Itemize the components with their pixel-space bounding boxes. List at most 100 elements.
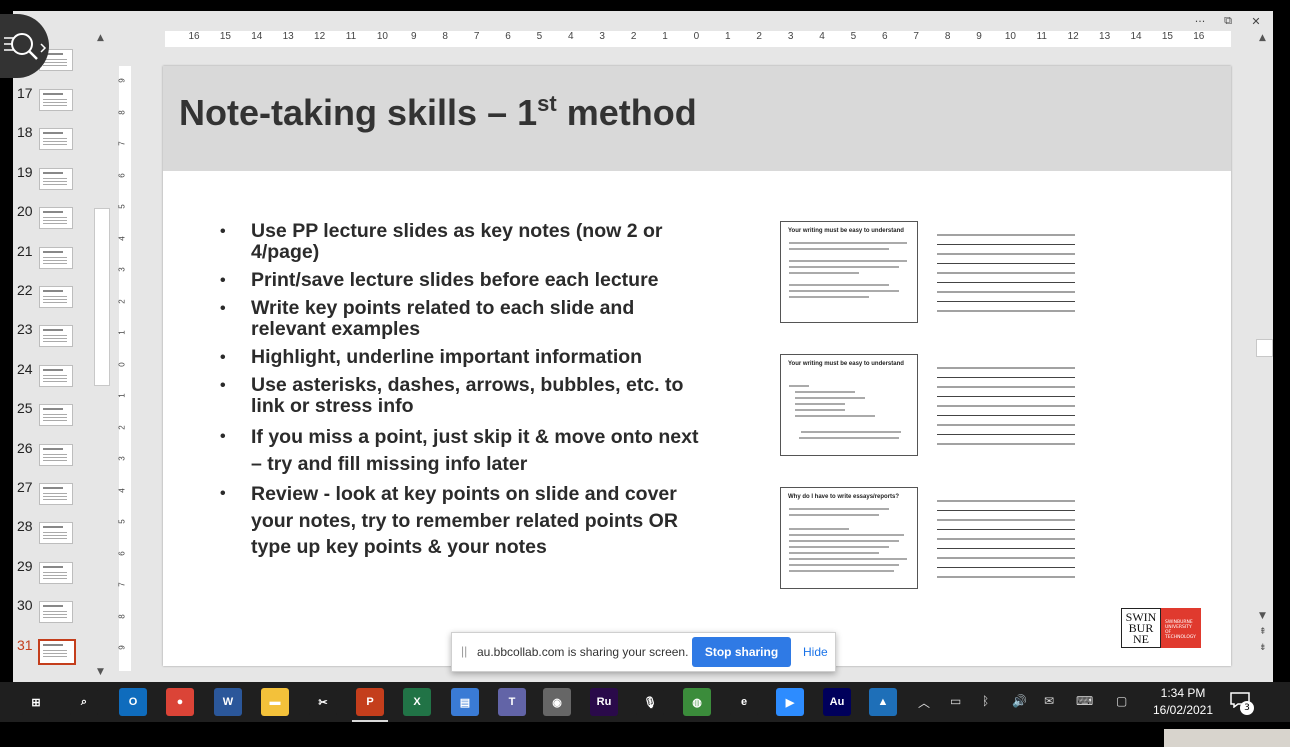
zoom-taskbar-icon[interactable]: ▶ <box>776 688 804 716</box>
outlook-taskbar-icon[interactable]: O <box>119 688 147 716</box>
show-hidden-icons-icon[interactable]: ︿ <box>918 694 930 711</box>
ruler-tick-label: 16 <box>1193 31 1205 42</box>
scroll-up-icon[interactable]: ▲ <box>1259 33 1266 43</box>
logo-red-block: SWINBURNE UNIVERSITY OF TECHNOLOGY <box>1161 608 1201 648</box>
scroll-up-icon[interactable]: ▲ <box>97 33 104 43</box>
screen-share-bar: || au.bbcollab.com is sharing your scree… <box>451 632 836 672</box>
slide-thumbnail[interactable]: 26 <box>13 440 91 476</box>
ruler-tick-label: 5 <box>117 519 127 524</box>
thumbnail-number: 26 <box>17 439 33 456</box>
title-band: Note-taking skills – 1st method <box>163 66 1231 171</box>
teams-taskbar-icon[interactable]: T <box>498 688 526 716</box>
handout-slide-image: Your writing must be easy to understand <box>780 354 918 456</box>
bullet-item: Print/save lecture slides before each le… <box>218 270 708 292</box>
slide-thumbnail[interactable]: 18 <box>13 124 91 160</box>
ruler-tick-label: 5 <box>117 204 127 209</box>
thumbnail-image <box>39 404 73 427</box>
volume-icon[interactable]: 🔊 <box>1012 694 1027 708</box>
drag-handle-icon[interactable]: || <box>461 644 467 658</box>
slide-thumbnail[interactable]: 30 <box>13 597 91 633</box>
slide-thumbnail[interactable]: 31 <box>13 637 91 673</box>
ruler-tick-label: 11 <box>1036 31 1047 42</box>
system-clock[interactable]: 1:34 PM 16/02/2021 <box>1140 685 1226 719</box>
ruler-tick-label: 14 <box>251 31 263 42</box>
ruler-tick-label: 6 <box>505 31 511 42</box>
previous-slide-icon[interactable]: ⇞ <box>1259 627 1267 637</box>
scrollbar-thumb[interactable] <box>94 208 110 386</box>
thumbnail-number: 30 <box>17 597 33 614</box>
stop-sharing-button[interactable]: Stop sharing <box>692 637 791 667</box>
ruler-tick-label: 13 <box>282 31 294 42</box>
bullet-item: If you miss a point, just skip it & move… <box>218 424 708 477</box>
slide-thumbnail[interactable]: 27 <box>13 479 91 515</box>
slide-thumbnail[interactable]: 19 <box>13 164 91 200</box>
slide-canvas[interactable]: Note-taking skills – 1st method Use PP l… <box>163 66 1231 666</box>
ruler-tick-label: 8 <box>117 109 127 115</box>
snipping-taskbar-icon[interactable]: ✂ <box>309 688 337 716</box>
tablet-mode-icon[interactable]: ▢ <box>1116 694 1127 708</box>
word-taskbar-icon[interactable]: W <box>214 688 242 716</box>
next-slide-icon[interactable]: ⇟ <box>1259 643 1267 653</box>
audition-taskbar-icon[interactable]: Au <box>823 688 851 716</box>
recorder-taskbar-icon[interactable]: 🎙 <box>636 688 664 716</box>
chrome-taskbar-icon[interactable]: ● <box>166 688 194 716</box>
thumbnail-scrollbar[interactable]: ▲ ▼ <box>94 31 110 679</box>
slide-thumbnail-pane: 17 18 19 20 21 22 23 24 25 26 27 28 29 30 31 <box>13 31 91 679</box>
ruler-tick-label: 8 <box>944 31 951 42</box>
note-lines <box>937 492 1075 584</box>
file-explorer-taskbar-icon[interactable]: ▬ <box>261 688 289 716</box>
bullet-list[interactable]: Use PP lecture slides as key notes (now … <box>218 221 708 565</box>
window-controls: ··· ⧉ ✕ <box>1193 13 1263 29</box>
thumbnail-image <box>39 601 73 624</box>
start-taskbar-icon[interactable]: ⊞ <box>22 688 50 716</box>
thumbnail-number: 27 <box>17 479 33 495</box>
ruler-tick-label: 2 <box>630 31 637 42</box>
scroll-down-icon[interactable]: ▼ <box>1259 611 1266 621</box>
excel-taskbar-icon[interactable]: X <box>403 688 431 716</box>
more-options-icon[interactable]: ··· <box>1193 15 1207 28</box>
bluetooth-icon[interactable]: ᛒ <box>982 694 989 708</box>
powerpoint-taskbar-icon[interactable]: P <box>352 688 388 722</box>
hide-button[interactable]: Hide <box>797 637 831 667</box>
slide-thumbnail[interactable]: 20 <box>13 203 91 239</box>
handout-slide-image: Your writing must be easy to understand <box>780 221 918 323</box>
slide-thumbnail[interactable]: 17 <box>13 85 91 121</box>
slide-title[interactable]: Note-taking skills – 1st method <box>179 91 697 134</box>
bullet-item: Use PP lecture slides as key notes (now … <box>218 221 708 263</box>
thumbnail-image <box>38 638 76 665</box>
ruler-tick-label: 0 <box>693 31 700 42</box>
slide-thumbnail[interactable]: 28 <box>13 518 91 554</box>
ruler-tick-label: 7 <box>117 141 127 146</box>
scrollbar-thumb[interactable] <box>1256 339 1273 357</box>
photos-taskbar-icon[interactable]: ▲ <box>869 688 897 716</box>
edge-taskbar-icon[interactable]: e <box>730 688 758 716</box>
thumbnail-image <box>39 167 73 190</box>
powerpoint-window: ··· ⧉ ✕ 17 18 19 20 21 22 23 24 25 26 27 28 29 30 31 ▲… <box>13 11 1273 682</box>
battery-icon[interactable]: ▭ <box>950 694 961 708</box>
scroll-down-icon[interactable]: ▼ <box>97 667 104 677</box>
slide-thumbnail[interactable]: 23 <box>13 321 91 357</box>
slide-thumbnail[interactable]: 24 <box>13 361 91 397</box>
thumbnail-image <box>39 364 73 387</box>
ruler-tick-label: 0 <box>117 361 127 367</box>
slide-thumbnail[interactable]: 22 <box>13 282 91 318</box>
close-icon[interactable]: ✕ <box>1249 15 1263 28</box>
ruler-tick-label: 10 <box>1004 31 1016 42</box>
slide-thumbnail[interactable]: 21 <box>13 243 91 279</box>
ruler-tick-label: 6 <box>117 172 127 178</box>
search-taskbar-icon[interactable]: ⌕ <box>70 688 98 716</box>
bullet-item: Highlight, underline important informati… <box>218 347 708 369</box>
camera-taskbar-icon[interactable]: ◉ <box>543 688 571 716</box>
slide-thumbnail[interactable]: 29 <box>13 558 91 594</box>
zoom-magnifier-icon[interactable] <box>0 14 49 78</box>
keyboard-icon[interactable]: ⌨ <box>1076 694 1093 708</box>
globe-taskbar-icon[interactable]: ◍ <box>683 688 711 716</box>
outlook-tray-icon[interactable]: ✉ <box>1044 694 1054 708</box>
files-taskbar-icon[interactable]: ▤ <box>451 688 479 716</box>
slide-thumbnail[interactable]: 25 <box>13 400 91 436</box>
thumbnail-number: 23 <box>17 321 33 338</box>
ruler-tick-label: 5 <box>850 31 857 42</box>
restore-icon[interactable]: ⧉ <box>1221 14 1235 28</box>
slide-scrollbar[interactable]: ▲ ▼ ⇞ ⇟ <box>1255 31 1273 669</box>
rush-taskbar-icon[interactable]: Ru <box>590 688 618 716</box>
